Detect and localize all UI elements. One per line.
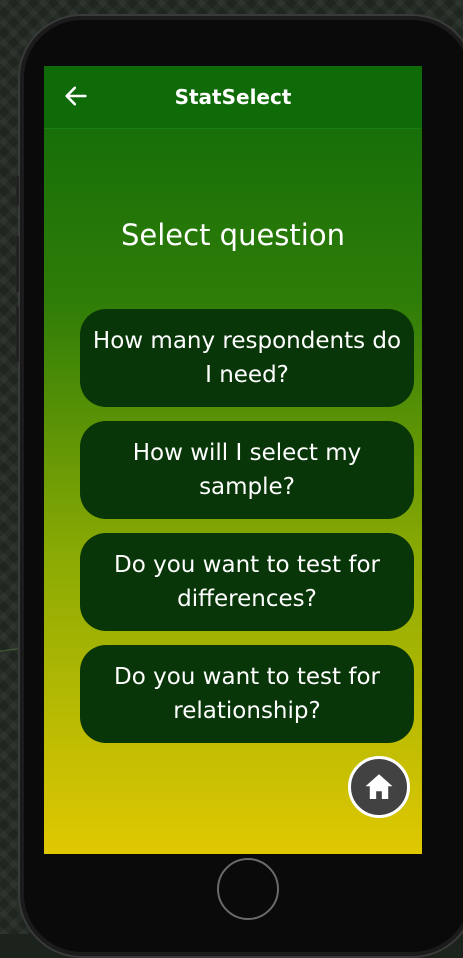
page-heading: Select question [121,218,345,252]
question-button-sample[interactable]: How will I select my sample? [80,421,414,519]
app-title: StatSelect [174,85,292,109]
app-bar: StatSelect [44,66,422,129]
home-icon [365,774,393,800]
volume-down-button [16,306,19,362]
question-button-relationship[interactable]: Do you want to test for relationship? [80,645,414,743]
home-button[interactable] [348,756,410,818]
phone-home-button [217,858,279,920]
app-screen: StatSelect Select question How many resp… [44,66,422,854]
volume-up-button [16,236,19,292]
question-button-respondents[interactable]: How many respondents do I need? [80,309,414,407]
mute-switch [16,176,19,206]
question-button-differences[interactable]: Do you want to test for differences? [80,533,414,631]
